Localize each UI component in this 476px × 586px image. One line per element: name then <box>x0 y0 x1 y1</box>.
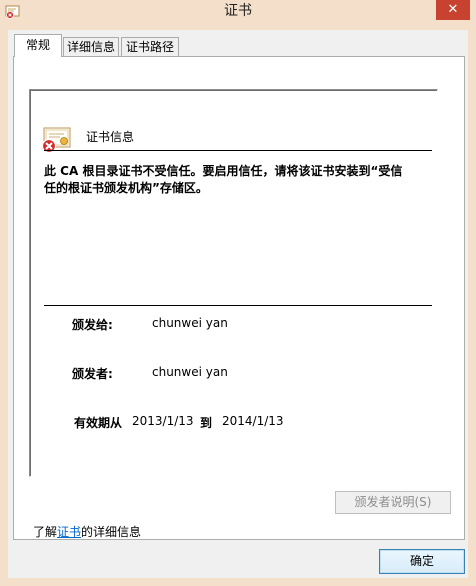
close-icon: ✕ <box>447 2 459 17</box>
warning-line-1: 此 CA 根目录证书不受信任。要启用信任，请将该证书安装到“受信 <box>44 164 403 178</box>
title-bar: 证书 ✕ <box>0 0 476 24</box>
learn-more-text: 了解证书的详细信息 <box>33 523 141 540</box>
section-title: 证书信息 <box>86 130 135 144</box>
learn-prefix: 了解 <box>33 525 58 539</box>
divider-top <box>44 150 432 151</box>
validity-to-label: 到 <box>200 416 213 430</box>
valid-from-value: 2013/1/13 <box>132 414 194 428</box>
issued-by-label: 颁发者: <box>72 367 113 381</box>
warning-line-2: 任的根证书颁发机构”存储区。 <box>44 181 208 195</box>
dialog-client-area: 常规 详细信息 证书路径 证书信息 此 CA 根目录证书不受信任。要启用信任，请… <box>8 30 468 578</box>
tab-details[interactable]: 详细信息 <box>63 37 119 56</box>
close-button[interactable]: ✕ <box>436 0 470 20</box>
ok-button[interactable]: 确定 <box>379 549 465 574</box>
issued-to-label: 颁发给: <box>72 318 113 332</box>
validity-label: 有效期从 <box>74 416 123 430</box>
learn-suffix: 的详细信息 <box>81 525 142 539</box>
issued-by-value: chunwei yan <box>152 365 228 379</box>
issuer-statement-button[interactable]: 颁发者说明(S) <box>335 491 451 514</box>
valid-to-value: 2014/1/13 <box>222 414 284 428</box>
window-title: 证书 <box>224 3 252 19</box>
tab-certification-path[interactable]: 证书路径 <box>121 37 179 56</box>
certificate-help-link[interactable]: 证书 <box>57 525 81 539</box>
tab-page-general: 证书信息 此 CA 根目录证书不受信任。要启用信任，请将该证书安装到“受信 任的… <box>13 56 465 540</box>
divider-bottom <box>44 305 432 306</box>
trust-warning-text: 此 CA 根目录证书不受信任。要启用信任，请将该证书安装到“受信 任的根证书颁发… <box>44 163 424 197</box>
certificate-info-panel: 证书信息 此 CA 根目录证书不受信任。要启用信任，请将该证书安装到“受信 任的… <box>29 89 438 477</box>
tab-general[interactable]: 常规 <box>14 34 62 57</box>
issued-to-value: chunwei yan <box>152 316 228 330</box>
